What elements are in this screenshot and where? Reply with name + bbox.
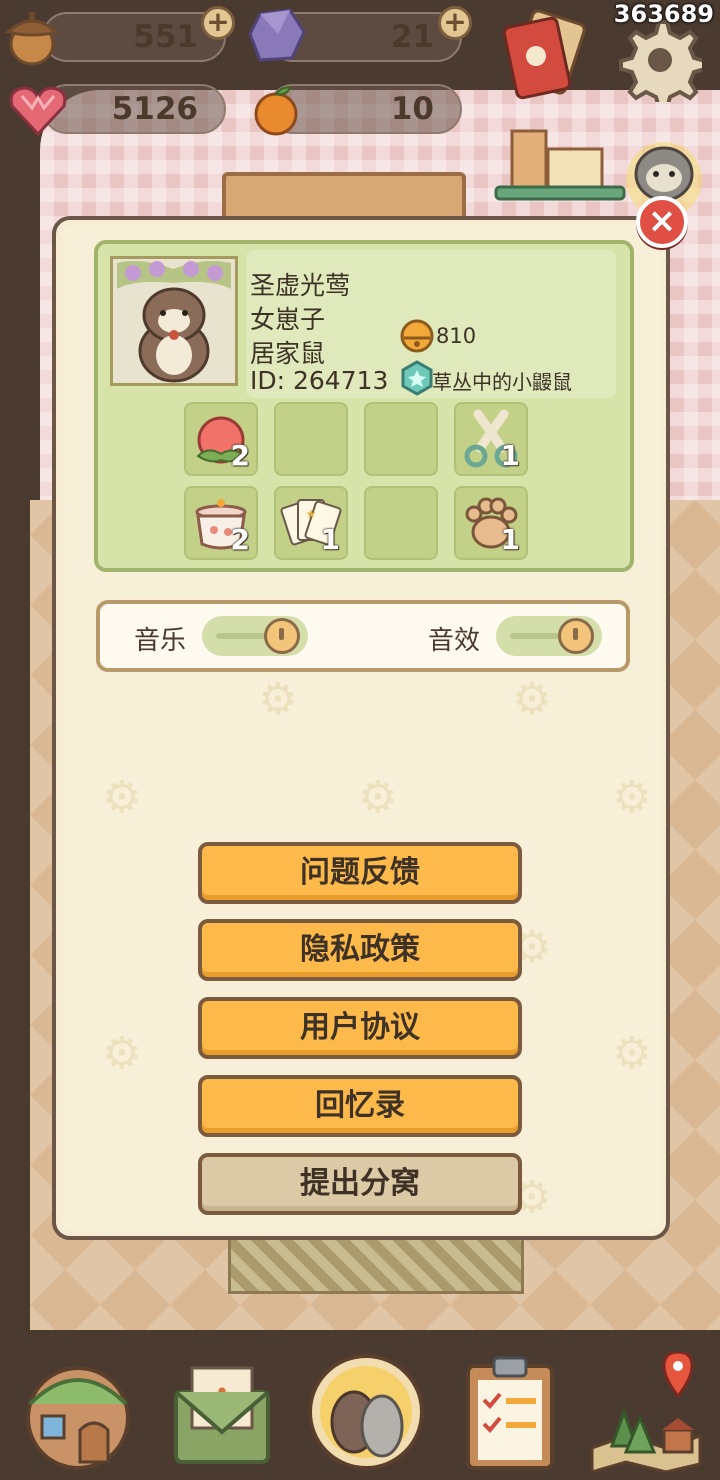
sfx-toggle-knob[interactable]: [558, 618, 594, 654]
gear-watermark: ⚙: [102, 772, 142, 823]
user-agreement-button[interactable]: 用户协议: [198, 997, 522, 1059]
gear-watermark: ⚙: [102, 1028, 142, 1079]
player-name: 圣虚光莺: [250, 271, 351, 300]
nav-hamster-button[interactable]: [306, 1352, 426, 1472]
settings-gear-icon[interactable]: [616, 16, 702, 102]
gear-watermark: ⚙: [612, 1028, 652, 1079]
acorn-count: 551: [133, 19, 198, 55]
item-slot-empty[interactable]: [364, 486, 438, 560]
memories-button[interactable]: 回忆录: [198, 1075, 522, 1137]
add-crystal-button[interactable]: +: [438, 6, 472, 40]
music-toggle[interactable]: [202, 616, 308, 656]
crystal-count: 21: [390, 19, 434, 55]
leave-nest-button[interactable]: 提出分窝: [198, 1153, 522, 1215]
nav-mail-button[interactable]: ✿: [162, 1352, 282, 1472]
nav-map-button[interactable]: [586, 1352, 706, 1472]
item-count: 1: [500, 439, 520, 472]
avatar[interactable]: [110, 256, 238, 386]
item-count: 1: [320, 523, 340, 556]
bell-icon: [400, 319, 434, 353]
item-count: 2: [230, 523, 250, 556]
item-slot-cards[interactable]: ★ 1: [274, 486, 348, 560]
hamster-avatar-icon: [113, 259, 235, 383]
nav-tasks-button[interactable]: [450, 1352, 570, 1472]
heart-gem-icon: [9, 86, 67, 137]
music-toggle-knob[interactable]: [264, 618, 300, 654]
add-acorn-button[interactable]: +: [201, 6, 235, 40]
acorn-counter: 551: [42, 12, 226, 62]
item-slot-peach[interactable]: 2: [184, 402, 258, 476]
item-slot-paw[interactable]: 1: [454, 486, 528, 560]
player-uid: 363689: [613, 0, 714, 28]
hamster-icon: [308, 1354, 424, 1470]
item-slot-pot[interactable]: 2: [184, 486, 258, 560]
item-slot-empty[interactable]: [274, 402, 348, 476]
badge-title: 草丛中的小鼹鼠: [432, 370, 572, 394]
letter-icon: ✿: [174, 1366, 270, 1464]
gear-watermark: ⚙: [612, 772, 652, 823]
feedback-button[interactable]: 问题反馈: [198, 842, 522, 904]
heart-count: 5126: [111, 91, 198, 127]
item-slot-scissors[interactable]: 1: [454, 402, 528, 476]
orange-count: 10: [390, 91, 434, 127]
sfx-label: 音效: [428, 626, 481, 656]
profile-card: 圣虚光莺 女崽子 居家鼠 ID: 264713 810 草丛中的小鼹鼠 2 1: [94, 240, 634, 572]
music-label: 音乐: [134, 626, 187, 656]
rug: [228, 1236, 524, 1294]
player-gender: 女崽子: [250, 305, 326, 334]
player-type: 居家鼠: [250, 339, 326, 368]
badge-icon: [401, 360, 433, 396]
bell-count: 810: [436, 324, 477, 348]
gear-watermark: ⚙: [258, 674, 298, 725]
privacy-policy-button[interactable]: 隐私政策: [198, 919, 522, 981]
sound-settings: 音乐 音效: [96, 600, 630, 672]
house-icon: [26, 1366, 130, 1470]
sfx-toggle[interactable]: [496, 616, 602, 656]
gift-book-icon[interactable]: [498, 8, 590, 108]
gear-watermark: ⚙: [512, 674, 552, 725]
map-icon: [590, 1352, 702, 1472]
svg-text:★: ★: [306, 507, 317, 521]
item-slot-empty[interactable]: [364, 402, 438, 476]
item-count: 1: [500, 523, 520, 556]
player-id: ID: 264713: [250, 366, 389, 395]
close-button[interactable]: ×: [636, 196, 688, 248]
crystal-icon: [248, 8, 306, 62]
item-count: 2: [230, 439, 250, 472]
gear-watermark: ⚙: [358, 772, 398, 823]
clipboard-icon: [466, 1356, 554, 1470]
acorn-icon: [4, 12, 60, 66]
nav-house-button[interactable]: [18, 1352, 138, 1472]
orange-icon: [254, 86, 298, 136]
